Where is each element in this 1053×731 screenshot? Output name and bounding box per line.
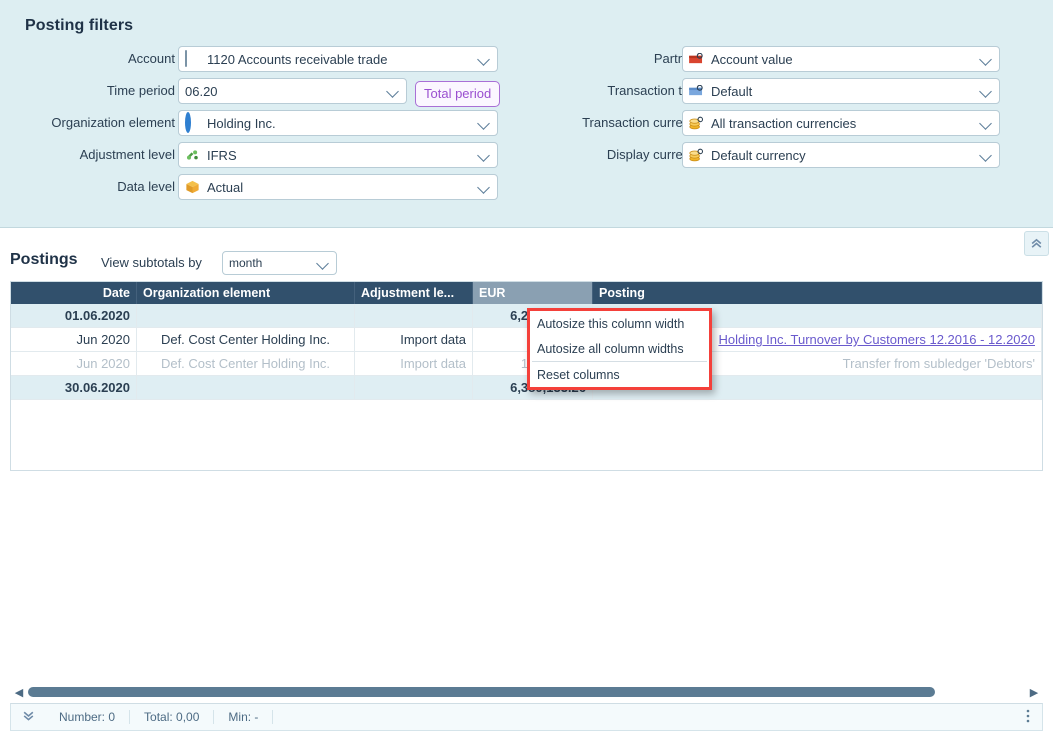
scroll-left-arrow[interactable]: ◀: [10, 686, 28, 699]
column-header-organization-element[interactable]: Organization element: [137, 282, 355, 304]
column-header-posting[interactable]: Posting: [593, 282, 1042, 304]
menu-item-reset-columns[interactable]: Reset columns: [530, 362, 709, 387]
chevron-down-icon: [477, 180, 491, 194]
partners-label: Partners: [653, 51, 703, 66]
posting-filters-panel: Posting filters Account 1120 Accounts re…: [0, 0, 1053, 228]
transaction-type-label: Transaction type: [607, 83, 703, 98]
chevron-down-icon: [979, 84, 993, 98]
square-outline-icon: [185, 50, 201, 67]
blue-ring-icon: [185, 112, 201, 133]
cell-organization-element: Def. Cost Center Holding Inc.: [137, 328, 355, 352]
horizontal-scrollbar[interactable]: ◀ ▶: [10, 684, 1043, 700]
transaction-currency-label: Transaction currency: [582, 115, 703, 130]
adjustment-level-select[interactable]: IFRS: [178, 142, 498, 168]
cell-date: 30.06.2020: [11, 376, 137, 400]
organization-element-value: Holding Inc.: [207, 115, 276, 131]
cell-organization-element: [137, 376, 355, 400]
blue-card-icon: [689, 83, 705, 99]
chevron-down-icon: [979, 116, 993, 130]
chevron-down-icon: [477, 116, 491, 130]
scrollbar-thumb[interactable]: [28, 687, 936, 697]
grid-header-row: Date Organization element Adjustment le.…: [11, 282, 1042, 304]
collapse-filters-button[interactable]: [1024, 231, 1049, 256]
expand-status-button[interactable]: [11, 709, 45, 725]
status-bar: Number: 0 Total: 0,00 Min: -: [10, 703, 1043, 731]
display-currency-value: Default currency: [711, 147, 806, 163]
data-level-select[interactable]: Actual: [178, 174, 498, 200]
adjustment-level-value: IFRS: [207, 147, 237, 163]
organization-element-select[interactable]: Holding Inc.: [178, 110, 498, 136]
cell-date: Jun 2020: [11, 352, 137, 376]
posting-link[interactable]: Holding Inc. Turnover by Customers 12.20…: [718, 332, 1035, 347]
page-title: Posting filters: [25, 17, 134, 34]
display-currency-select[interactable]: Default currency: [682, 142, 1000, 168]
transaction-type-value: Default: [711, 83, 753, 99]
cell-date: 01.06.2020: [11, 304, 137, 328]
data-level-value: Actual: [207, 179, 244, 195]
column-header-date[interactable]: Date: [11, 282, 137, 304]
column-header-eur[interactable]: EUR: [473, 282, 593, 304]
view-subtotals-label: View subtotals by: [101, 255, 202, 270]
coins-icon: [689, 147, 705, 163]
data-level-label: Data level: [117, 179, 175, 194]
orange-box-icon: [185, 179, 201, 195]
chevron-down-icon: [477, 52, 491, 66]
chevron-double-up-icon: [1031, 238, 1042, 248]
cell-adjustment-level: Import data: [355, 328, 473, 352]
column-context-menu[interactable]: Autosize this column width Autosize all …: [527, 308, 712, 390]
transaction-currency-value: All transaction currencies: [711, 115, 857, 131]
chevron-down-icon: [477, 148, 491, 162]
red-card-icon: [689, 51, 705, 67]
adjustment-level-label: Adjustment level: [79, 147, 175, 162]
account-value: 1120 Accounts receivable trade: [207, 51, 388, 67]
transaction-type-select[interactable]: Default: [682, 78, 1000, 104]
menu-item-autosize-all-column-widths[interactable]: Autosize all column widths: [530, 336, 709, 361]
postings-title: Postings: [10, 251, 78, 268]
chevron-down-icon: [979, 148, 993, 162]
account-select[interactable]: 1120 Accounts receivable trade: [178, 46, 498, 72]
scrollbar-track[interactable]: [28, 687, 1025, 697]
partners-select[interactable]: Account value: [682, 46, 1000, 72]
coins-icon: [689, 115, 705, 131]
chevron-down-icon: [979, 52, 993, 66]
cell-adjustment-level: [355, 304, 473, 328]
cell-organization-element: Def. Cost Center Holding Inc.: [137, 352, 355, 376]
account-label: Account: [128, 51, 175, 66]
green-puzzle-icon: [185, 147, 201, 163]
cell-date: Jun 2020: [11, 328, 137, 352]
chevron-down-icon: [316, 256, 330, 270]
status-number: Number: 0: [45, 710, 131, 724]
subtotals-select[interactable]: month: [222, 251, 337, 275]
organization-element-label: Organization element: [51, 115, 175, 130]
cell-organization-element: [137, 304, 355, 328]
time-period-select[interactable]: 06.20: [178, 78, 407, 104]
chevron-double-down-icon: [23, 711, 33, 721]
menu-item-autosize-this-column-width[interactable]: Autosize this column width: [530, 311, 709, 336]
chevron-down-icon: [386, 84, 400, 98]
more-vertical-icon[interactable]: [1014, 708, 1042, 727]
scroll-right-arrow[interactable]: ▶: [1025, 686, 1043, 699]
partners-value: Account value: [711, 51, 793, 67]
transaction-currency-select[interactable]: All transaction currencies: [682, 110, 1000, 136]
time-period-value: 06.20: [185, 83, 218, 99]
time-period-label: Time period: [106, 83, 175, 98]
subtotals-value: month: [229, 256, 263, 270]
status-total: Total: 0,00: [130, 710, 215, 724]
display-currency-label: Display currency: [606, 147, 703, 162]
total-period-button[interactable]: Total period: [415, 81, 501, 107]
column-header-adjustment-level[interactable]: Adjustment le...: [355, 282, 473, 304]
status-min: Min: -: [214, 710, 274, 724]
cell-adjustment-level: Import data: [355, 352, 473, 376]
cell-adjustment-level: [355, 376, 473, 400]
